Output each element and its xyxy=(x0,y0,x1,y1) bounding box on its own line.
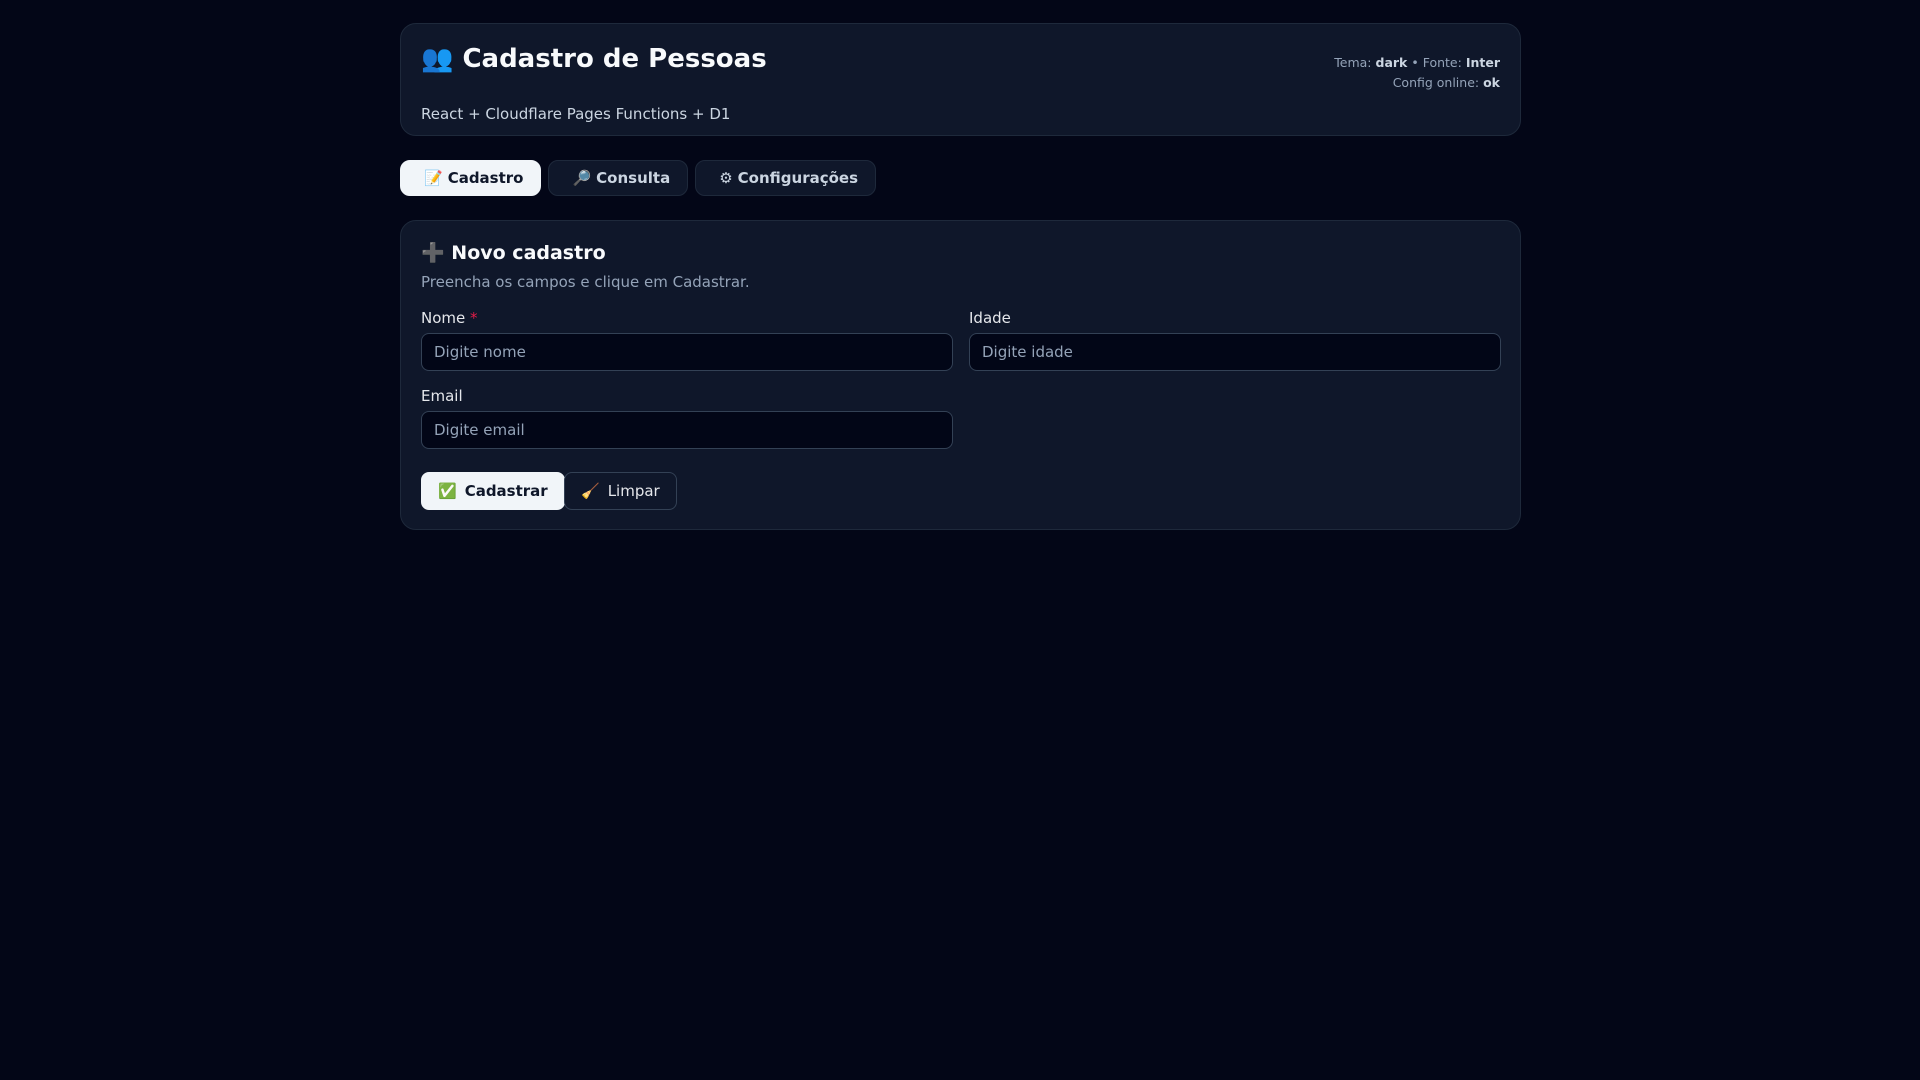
memo-icon: 📝 xyxy=(424,169,443,187)
config-meta: Tema: dark • Fonte: Inter Config online:… xyxy=(1334,55,1500,90)
page-title: 👥 Cadastro de Pessoas xyxy=(421,44,767,74)
idade-label: Idade xyxy=(969,309,1011,327)
idade-field-group: Idade xyxy=(969,309,1501,371)
tab-bar: 📝 Cadastro 🔎 Consulta ⚙ Configurações xyxy=(400,160,877,196)
people-icon: 👥 xyxy=(421,44,454,74)
tab-consulta[interactable]: 🔎 Consulta xyxy=(548,160,689,196)
limpar-button[interactable]: 🧹 Limpar xyxy=(564,472,677,510)
check-icon: ✅ xyxy=(438,482,457,500)
magnifier-icon: 🔎 xyxy=(572,169,592,187)
broom-icon: 🧹 xyxy=(581,482,600,500)
email-input[interactable] xyxy=(421,411,953,449)
email-label: Email xyxy=(421,387,463,405)
theme-value: dark xyxy=(1375,55,1408,70)
nome-label: Nome * xyxy=(421,309,478,327)
form-subtitle: Preencha os campos e clique em Cadastrar… xyxy=(421,273,750,291)
nome-field-group: Nome * xyxy=(421,309,953,371)
gear-icon: ⚙ xyxy=(719,169,733,187)
font-value: Inter xyxy=(1465,55,1500,70)
cadastrar-button[interactable]: ✅ Cadastrar xyxy=(421,472,565,510)
form-title: ➕ Novo cadastro xyxy=(421,242,606,264)
tab-cadastro[interactable]: 📝 Cadastro xyxy=(400,160,542,196)
new-record-form: ➕ Novo cadastro Preencha os campos e cli… xyxy=(400,220,1521,530)
app-header: 👥 Cadastro de Pessoas React + Cloudflare… xyxy=(400,23,1521,136)
config-status: ok xyxy=(1483,75,1500,90)
email-field-group: Email xyxy=(421,387,953,449)
required-marker: * xyxy=(470,309,478,327)
plus-icon: ➕ xyxy=(421,242,445,264)
tab-configuracoes[interactable]: ⚙ Configurações xyxy=(695,160,877,196)
nome-input[interactable] xyxy=(421,333,953,371)
page-subtitle: React + Cloudflare Pages Functions + D1 xyxy=(421,105,731,123)
idade-input[interactable] xyxy=(969,333,1501,371)
